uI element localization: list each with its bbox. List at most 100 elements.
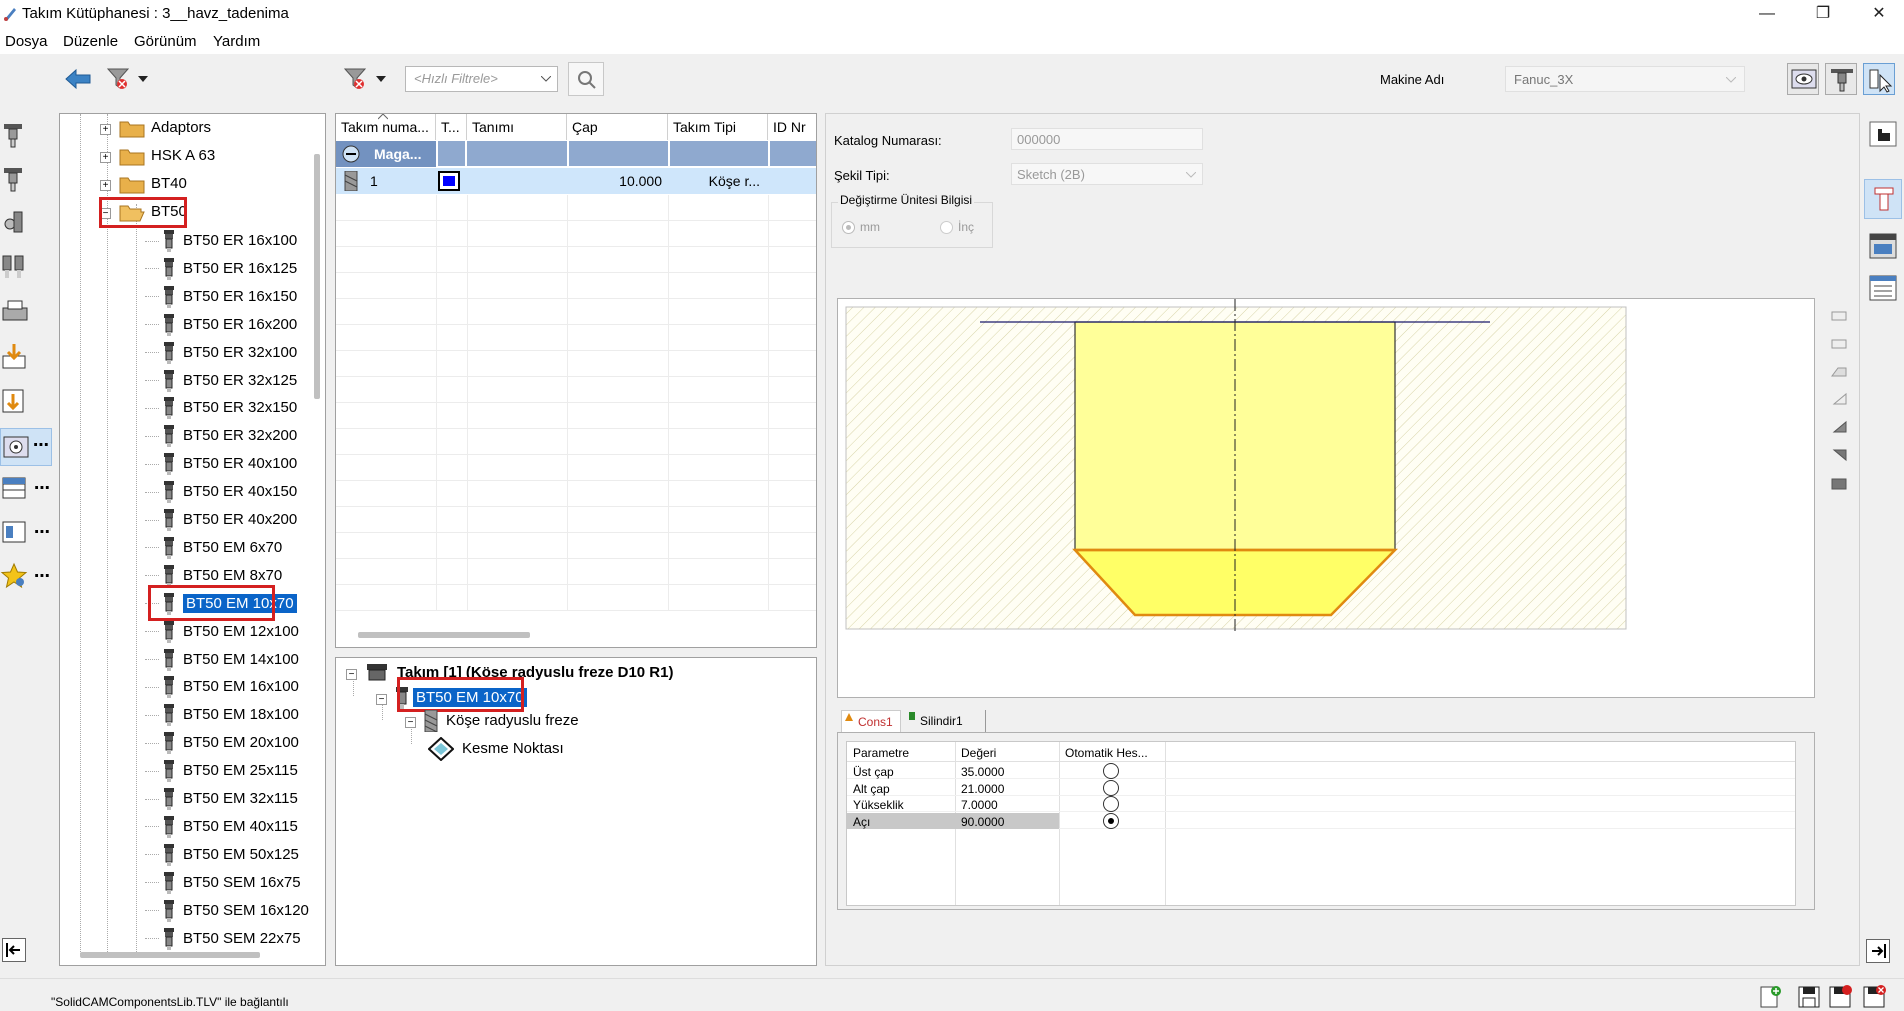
expand-icon[interactable]: + bbox=[100, 179, 111, 191]
tree-item[interactable]: BT50 SEM 16x75 bbox=[145, 871, 301, 894]
sketch-mirror-icon[interactable] bbox=[1830, 446, 1850, 464]
new-file-icon[interactable] bbox=[1758, 985, 1782, 1009]
tree-item[interactable]: BT50 ER 32x200 bbox=[145, 425, 297, 448]
menu-duzenle[interactable]: Düzenle bbox=[63, 33, 118, 50]
maximize-button[interactable]: ❐ bbox=[1800, 2, 1846, 26]
tools-pair-icon[interactable] bbox=[0, 252, 30, 282]
layout-settings-icon[interactable] bbox=[0, 518, 30, 548]
more-icon-4[interactable]: ⋯ bbox=[34, 566, 51, 586]
checklist-icon[interactable] bbox=[1868, 273, 1898, 303]
col-diameter[interactable]: Çap bbox=[567, 114, 668, 140]
table-settings-icon[interactable] bbox=[0, 474, 30, 504]
sketch-line-icon[interactable] bbox=[1830, 306, 1850, 324]
dropdown-arrow-icon[interactable] bbox=[138, 76, 148, 84]
tool-edit-button[interactable] bbox=[1864, 179, 1902, 219]
close-file-icon[interactable] bbox=[1862, 985, 1886, 1009]
tree-item[interactable]: BT50 ER 32x100 bbox=[145, 341, 297, 364]
select-mode-button[interactable] bbox=[1863, 63, 1895, 95]
tree-item[interactable]: BT50 EM 20x100 bbox=[145, 732, 299, 755]
tree-item[interactable]: BT50 ER 40x100 bbox=[145, 453, 297, 476]
tree-item[interactable]: BT50 ER 16x125 bbox=[145, 257, 297, 280]
pointer-hand-icon[interactable] bbox=[1868, 119, 1898, 149]
tree-item[interactable]: BT50 EM 14x100 bbox=[145, 648, 299, 671]
tab-cons1[interactable]: Cons1 bbox=[841, 710, 901, 732]
menu-yardim[interactable]: Yardım bbox=[213, 33, 260, 50]
collapse-icon[interactable]: − bbox=[376, 693, 387, 705]
col-t[interactable]: T... bbox=[436, 114, 467, 140]
filter-clear-icon-2[interactable] bbox=[343, 66, 367, 92]
menu-gorunum[interactable]: Görünüm bbox=[134, 33, 197, 50]
group-row-magazine[interactable]: Maga... bbox=[336, 141, 816, 167]
tree-item[interactable]: BT50 EM 40x115 bbox=[145, 815, 298, 838]
col-id-nr[interactable]: ID Nr bbox=[768, 114, 816, 140]
assembly-point[interactable]: Kesme Noktası bbox=[428, 737, 564, 761]
tree-vertical-scrollbar[interactable] bbox=[314, 154, 320, 399]
sketch-arc-icon[interactable] bbox=[1830, 362, 1850, 380]
tree-item[interactable]: BT50 EM 6x70 bbox=[145, 536, 282, 559]
shape-select[interactable]: Sketch (2B) bbox=[1011, 163, 1203, 185]
save-all-icon[interactable] bbox=[1828, 985, 1852, 1009]
more-icon-2[interactable]: ⋯ bbox=[34, 478, 51, 498]
tree-item[interactable]: BT50 EM 50x125 bbox=[145, 843, 299, 866]
dropdown-arrow-icon-2[interactable] bbox=[376, 76, 386, 84]
tree-item[interactable]: BT50 ER 40x150 bbox=[145, 481, 297, 504]
tree-item[interactable]: BT50 ER 40x200 bbox=[145, 509, 297, 531]
machine-settings-icon[interactable] bbox=[1868, 231, 1898, 261]
auto-calc-radio[interactable] bbox=[1103, 812, 1119, 829]
unit-mm-radio[interactable] bbox=[842, 221, 855, 234]
table-row[interactable]: 1 10.000 Köşe r... bbox=[336, 168, 816, 194]
holder-library-icon-2[interactable] bbox=[0, 164, 30, 194]
assembly-icon[interactable] bbox=[0, 208, 30, 238]
collapse-right-button[interactable] bbox=[1866, 939, 1890, 963]
tool-view-button[interactable] bbox=[1825, 63, 1857, 95]
sketch-viewport[interactable] bbox=[837, 298, 1815, 698]
tree-item[interactable]: BT50 EM 12x100 bbox=[145, 620, 299, 643]
import-icon[interactable] bbox=[0, 342, 30, 372]
catalog-field[interactable]: 000000 bbox=[1011, 128, 1203, 150]
collapse-icon[interactable]: − bbox=[405, 716, 416, 728]
export-icon[interactable] bbox=[0, 386, 30, 416]
param-row[interactable]: Üst çap 35.0000 bbox=[847, 763, 1795, 779]
param-value[interactable]: 90.0000 bbox=[955, 812, 1059, 829]
tree-item[interactable]: BT50 EM 32x115 bbox=[145, 788, 298, 810]
tree-folder-adaptors[interactable]: + Adaptors bbox=[100, 118, 211, 138]
tree-item[interactable]: BT50 EM 8x70 bbox=[145, 564, 282, 587]
tree-horizontal-scrollbar[interactable] bbox=[80, 952, 260, 958]
sketch-fill-icon[interactable] bbox=[1830, 418, 1850, 436]
param-row[interactable]: Yükseklik 7.0000 bbox=[847, 796, 1795, 812]
tree-item[interactable]: BT50 ER 16x100 bbox=[145, 230, 297, 252]
col-tool-type[interactable]: Takım Tipi bbox=[668, 114, 768, 140]
param-row[interactable]: Alt çap 21.0000 bbox=[847, 779, 1795, 796]
more-icon-3[interactable]: ⋯ bbox=[34, 522, 51, 542]
tree-item[interactable]: BT50 SEM 22x75 bbox=[145, 927, 301, 950]
tree-item[interactable]: BT50 SEM 16x120 bbox=[145, 899, 309, 922]
auto-calc-radio[interactable] bbox=[1103, 796, 1119, 812]
assembly-cutter[interactable]: − Köşe radyuslu freze bbox=[405, 710, 579, 732]
machine-select[interactable]: Fanuc_3X bbox=[1505, 66, 1745, 92]
save-icon[interactable] bbox=[1797, 985, 1821, 1009]
expand-icon[interactable]: + bbox=[100, 151, 111, 163]
col-description[interactable]: Tanımı bbox=[467, 114, 567, 140]
color-swatch[interactable] bbox=[438, 171, 460, 191]
tree-item[interactable]: BT50 ER 32x125 bbox=[145, 369, 297, 392]
tree-item[interactable]: BT50 EM 25x115 bbox=[145, 760, 298, 783]
param-value[interactable]: 7.0000 bbox=[955, 796, 1059, 812]
printer-icon[interactable] bbox=[0, 298, 30, 328]
table-horizontal-scrollbar[interactable] bbox=[358, 632, 530, 638]
param-row[interactable]: Açı 90.0000 bbox=[847, 812, 1795, 829]
search-button[interactable] bbox=[568, 62, 604, 96]
expand-icon[interactable]: + bbox=[100, 123, 111, 135]
param-value[interactable]: 35.0000 bbox=[955, 763, 1059, 779]
view-toggle-button[interactable] bbox=[1787, 63, 1819, 95]
collapse-group-icon[interactable] bbox=[342, 145, 360, 163]
menu-dosya[interactable]: Dosya bbox=[5, 33, 48, 50]
tree-item[interactable]: BT50 ER 16x150 bbox=[145, 285, 297, 308]
favorites-star-icon[interactable] bbox=[0, 562, 30, 592]
tree-item[interactable]: BT50 EM 16x100 bbox=[145, 676, 299, 699]
param-value[interactable]: 21.0000 bbox=[955, 780, 1059, 796]
sketch-taper-icon[interactable] bbox=[1830, 390, 1850, 408]
holder-library-icon[interactable] bbox=[0, 120, 30, 150]
auto-calc-radio[interactable] bbox=[1103, 779, 1119, 796]
close-button[interactable]: ✕ bbox=[1856, 2, 1902, 26]
sketch-rect-icon[interactable] bbox=[1830, 474, 1850, 492]
